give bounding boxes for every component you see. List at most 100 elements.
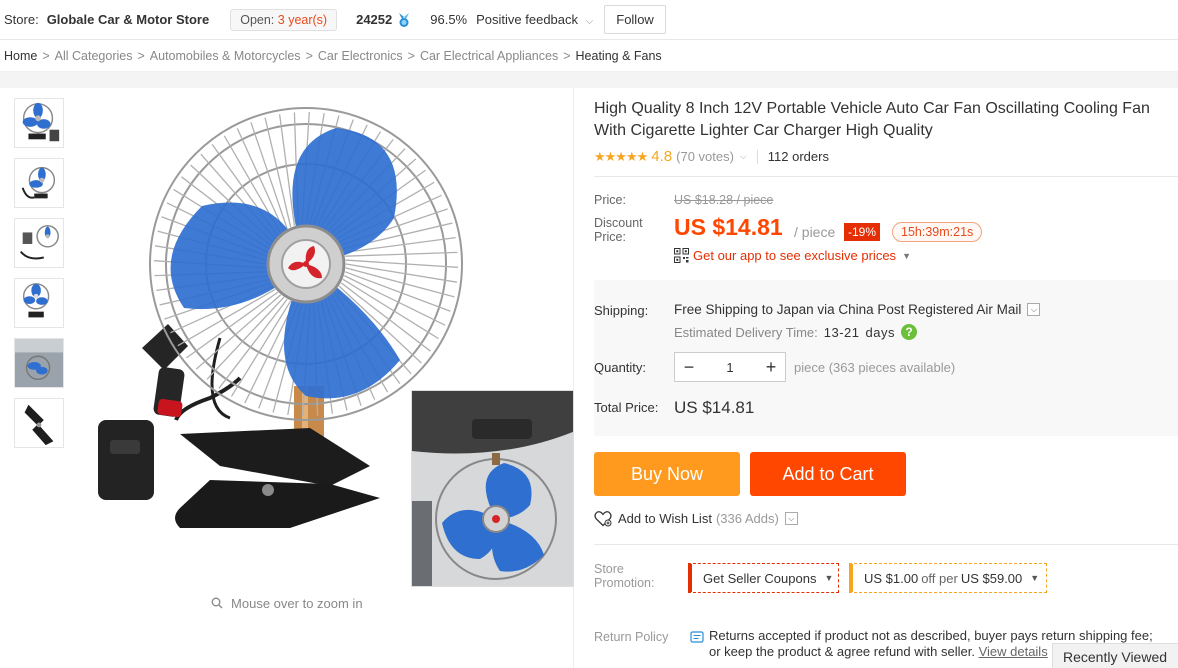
breadcrumb-home[interactable]: Home — [4, 49, 37, 63]
gallery-thumbnail[interactable] — [14, 158, 64, 208]
qr-code-icon — [674, 248, 689, 263]
store-offer-dropdown[interactable]: US $1.00 off per US $59.00 ▼ — [849, 563, 1047, 593]
gallery-thumbnail[interactable] — [14, 98, 64, 148]
offer-threshold: US $59.00 — [960, 570, 1023, 586]
zoom-hint: Mouse over to zoom in — [0, 596, 574, 611]
discount-badge: -19% — [844, 223, 881, 241]
fan-thumbnail-image — [22, 102, 60, 142]
return-policy-line: or keep the product & agree refund with … — [709, 644, 975, 659]
original-price: US $18.28 / piece — [674, 193, 774, 207]
feedback-percent: 96.5% — [430, 12, 468, 27]
clip-thumbnail-image — [24, 404, 54, 446]
quantity-minus-button[interactable]: − — [675, 353, 703, 381]
caret-down-icon: ▼ — [1030, 573, 1040, 583]
discount-price: US $14.81 — [674, 214, 783, 240]
divider — [594, 176, 1178, 177]
app-promo-text: Get our app to see exclusive prices — [693, 248, 897, 263]
fan-thumbnail-image — [22, 283, 50, 318]
breadcrumb-automobiles[interactable]: Automobiles & Motorcycles — [150, 49, 301, 63]
return-policy-icon — [690, 631, 704, 643]
heart-icon — [594, 511, 612, 527]
store-label: Store: — [4, 12, 39, 27]
product-gallery: Mouse over to zoom in — [0, 88, 574, 668]
chevron-down-icon[interactable]: ⌵ — [1027, 303, 1041, 316]
fan-cage-spoke — [345, 251, 458, 257]
discount-label-line: Discount — [594, 216, 643, 230]
breadcrumb-separator: > — [407, 48, 415, 63]
buy-now-button[interactable]: Buy Now — [594, 452, 740, 496]
medal-icon — [399, 12, 410, 27]
discount-price-label: Discount Price: — [594, 216, 643, 244]
price-unit: / piece — [794, 224, 836, 240]
breadcrumb-separator: > — [42, 48, 50, 63]
rating-row: ★★★★★ 4.8 (70 votes) ⌵ 112 orders — [594, 148, 829, 165]
open-years: 3 year(s) — [277, 12, 328, 27]
add-to-cart-button[interactable]: Add to Cart — [750, 452, 906, 496]
divider — [594, 544, 1178, 545]
breadcrumb-heating-fans[interactable]: Heating & Fans — [576, 49, 662, 63]
total-price-label: Total Price: — [594, 400, 659, 415]
breadcrumb: Home > All Categories > Automobiles & Mo… — [0, 40, 1178, 72]
countdown-timer: 15h:39m:21s — [892, 222, 983, 242]
shipping-method-text: Free Shipping to Japan via China Post Re… — [674, 302, 1022, 317]
chevron-down-icon[interactable]: ⌵ — [784, 512, 798, 525]
store-promotion-label: Store Promotion: — [594, 562, 654, 590]
return-policy-line: Returns accepted if product not as descr… — [709, 628, 1153, 643]
offer-mid-text: off per — [921, 570, 958, 586]
gallery-thumbnail[interactable] — [14, 278, 64, 328]
breadcrumb-all-categories[interactable]: All Categories — [55, 49, 133, 63]
section-gap — [0, 72, 1178, 88]
shipping-label: Shipping: — [594, 303, 649, 318]
gallery-thumbnail[interactable] — [14, 398, 64, 448]
breadcrumb-car-electrical[interactable]: Car Electrical Appliances — [420, 49, 558, 63]
add-to-wishlist[interactable]: Add to Wish List (336 Adds) ⌵ — [594, 510, 798, 527]
fan-cage-spoke — [218, 298, 288, 389]
store-open-badge: Open: 3 year(s) — [230, 8, 338, 31]
app-promo-link[interactable]: Get our app to see exclusive prices ▼ — [674, 248, 911, 263]
star-rating-icon: ★★★★★ — [594, 148, 648, 164]
gallery-thumbnail[interactable] — [14, 338, 64, 388]
seller-coupons-label: Get Seller Coupons — [703, 570, 817, 586]
est-delivery-label: Estimated Delivery Time: — [674, 324, 818, 340]
seller-coupons-dropdown[interactable]: Get Seller Coupons ▼ — [688, 563, 839, 593]
votes-link[interactable]: (70 votes) — [676, 149, 734, 164]
zoom-hint-text: Mouse over to zoom in — [231, 596, 363, 611]
est-delivery-unit: days — [865, 324, 895, 340]
quantity-input[interactable]: 1 — [703, 360, 757, 375]
car-interior-thumbnail-image — [15, 339, 63, 387]
inset-car-photo — [411, 390, 574, 587]
store-name-link[interactable]: Globale Car & Motor Store — [47, 12, 210, 27]
breadcrumb-separator: > — [563, 48, 571, 63]
chevron-down-icon: ⌵ — [585, 16, 594, 27]
price-label: Price: — [594, 193, 626, 207]
quantity-available: piece (363 pieces available) — [794, 360, 956, 375]
offer-amount: US $1.00 — [864, 570, 919, 586]
orders-count: 112 orders — [767, 149, 829, 164]
search-icon — [211, 597, 223, 609]
open-label: Open: — [240, 12, 275, 27]
quantity-plus-button[interactable]: + — [757, 353, 785, 381]
shipping-method[interactable]: Free Shipping to Japan via China Post Re… — [674, 302, 1041, 317]
caret-down-icon: ▼ — [902, 250, 911, 261]
discount-label-line: Price: — [594, 230, 626, 244]
gallery-thumbnail[interactable] — [14, 218, 64, 268]
return-policy-label: Return Policy — [594, 630, 669, 644]
follow-button[interactable]: Follow — [604, 5, 666, 34]
quantity-stepper: − 1 + — [674, 352, 786, 382]
breadcrumb-car-electronics[interactable]: Car Electronics — [318, 49, 403, 63]
help-icon[interactable]: ? — [900, 324, 917, 340]
divider — [756, 149, 758, 164]
estimated-delivery: Estimated Delivery Time: 13-21 days ? — [674, 324, 917, 340]
feedback-label: Positive feedback — [476, 12, 579, 27]
store-bar: Store: Globale Car & Motor Store Open: 3… — [0, 0, 1178, 40]
view-details-link[interactable]: View details — [979, 644, 1048, 659]
chevron-down-icon[interactable]: ⌵ — [740, 151, 747, 162]
fan-thumbnail-image — [21, 166, 56, 199]
wishlist-label: Add to Wish List — [618, 511, 712, 526]
est-delivery-days: 13-21 — [823, 324, 860, 340]
promotion-label-line: Promotion: — [594, 576, 655, 590]
breadcrumb-separator: > — [305, 48, 313, 63]
recently-viewed-tab[interactable]: Recently Viewed — [1052, 643, 1178, 668]
caret-down-icon: ▼ — [824, 573, 834, 583]
feedback-dropdown[interactable]: Positive feedback ⌵ — [476, 12, 593, 27]
